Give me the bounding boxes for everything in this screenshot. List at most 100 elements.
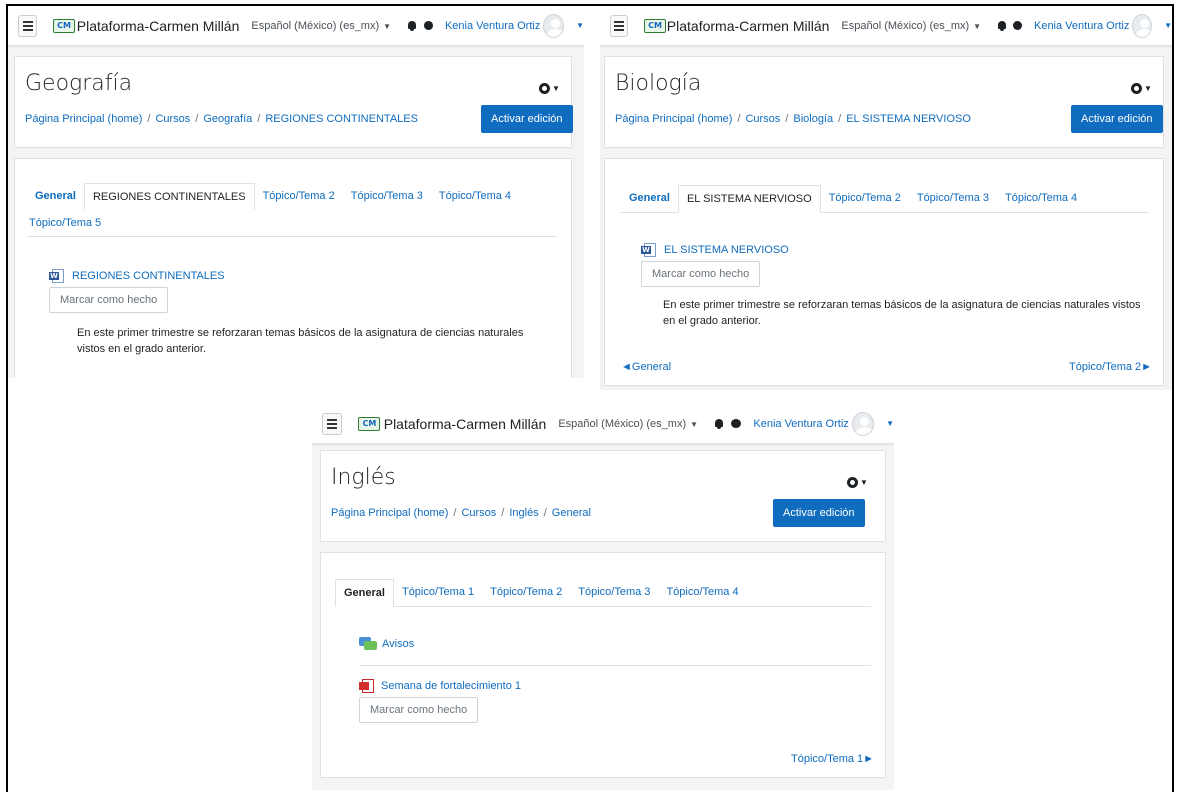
breadcrumb-separator: / xyxy=(785,113,789,125)
section-tabs: General REGIONES CONTINENTALES Tópico/Te… xyxy=(27,183,557,237)
breadcrumb-separator: / xyxy=(453,507,457,519)
tab-topico-1[interactable]: Tópico/Tema 1 xyxy=(394,579,482,606)
mark-done-button[interactable]: Marcar como hecho xyxy=(641,261,761,287)
language-label: Español (México) (es_mx) xyxy=(841,19,970,32)
breadcrumb-home[interactable]: Página Principal (home) xyxy=(615,113,732,125)
bell-icon[interactable] xyxy=(997,20,1007,32)
forum-link[interactable]: Avisos xyxy=(359,637,414,651)
activity-link[interactable]: W EL SISTEMA NERVIOSO xyxy=(641,243,789,257)
bell-icon[interactable] xyxy=(714,418,724,430)
avatar[interactable] xyxy=(1132,13,1153,38)
prev-section-link[interactable]: ◄General xyxy=(621,361,671,373)
breadcrumb-section[interactable]: REGIONES CONTINENTALES xyxy=(265,113,418,125)
next-section-link[interactable]: Tópico/Tema 1► xyxy=(791,753,874,765)
breadcrumb: Página Principal (home) / Cursos / Inglés / Ge… xyxy=(331,507,591,519)
screenshot-geografia: CM Plataforma-Carmen Millán Español (Méx… xyxy=(8,6,584,378)
avatar[interactable] xyxy=(851,411,875,436)
breadcrumb-home[interactable]: Página Principal (home) xyxy=(25,113,142,125)
tab-general[interactable]: General xyxy=(621,185,678,212)
page-title: Geografía xyxy=(25,71,133,96)
caret-down-icon: ▼ xyxy=(383,21,392,31)
forum-name[interactable]: Avisos xyxy=(382,638,414,650)
language-menu[interactable]: Español (México) (es_mx) ▼ xyxy=(558,418,698,430)
course-content: General REGIONES CONTINENTALES Tópico/Te… xyxy=(14,158,572,378)
breadcrumb-course[interactable]: Biología xyxy=(793,113,833,125)
caret-down-icon[interactable]: ▼ xyxy=(886,419,894,428)
breadcrumb-separator: / xyxy=(838,113,842,125)
gear-icon xyxy=(1131,82,1142,94)
settings-menu[interactable]: ▼ xyxy=(539,79,561,95)
user-name-link[interactable]: Kenia Ventura Ortiz xyxy=(445,20,540,32)
language-menu[interactable]: Español (México) (es_mx) ▼ xyxy=(841,20,981,32)
user-name-link[interactable]: Kenia Ventura Ortiz xyxy=(1034,20,1129,32)
word-document-icon: W xyxy=(641,243,657,257)
collage-canvas: CM Plataforma-Carmen Millán Español (Méx… xyxy=(0,0,1178,794)
site-name-link[interactable]: Plataforma-Carmen Millán xyxy=(667,18,830,34)
activity-name[interactable]: EL SISTEMA NERVIOSO xyxy=(664,244,789,256)
tab-topico-3[interactable]: Tópico/Tema 3 xyxy=(343,183,431,210)
breadcrumb-courses[interactable]: Cursos xyxy=(461,507,496,519)
tab-topico-2[interactable]: Tópico/Tema 2 xyxy=(821,185,909,212)
tab-general[interactable]: General xyxy=(27,183,84,210)
breadcrumb-home[interactable]: Página Principal (home) xyxy=(331,507,448,519)
chat-icon[interactable] xyxy=(1013,21,1022,30)
site-name-link[interactable]: Plataforma-Carmen Millán xyxy=(384,416,547,432)
site-logo[interactable]: CM xyxy=(53,16,76,36)
tab-topico-4[interactable]: Tópico/Tema 4 xyxy=(431,183,519,210)
breadcrumb: Página Principal (home) / Cursos / Geografía… xyxy=(25,113,418,125)
user-name-link[interactable]: Kenia Ventura Ortiz xyxy=(753,418,848,430)
activity-link[interactable]: W REGIONES CONTINENTALES xyxy=(49,269,225,283)
tab-el-sistema-nervioso[interactable]: EL SISTEMA NERVIOSO xyxy=(677,185,821,213)
top-navbar: CM Plataforma-Carmen Millán Español (Méx… xyxy=(312,404,894,444)
activity-name[interactable]: REGIONES CONTINENTALES xyxy=(72,270,225,282)
page-header: Biología ▼ Página Principal (home) / Curso… xyxy=(604,56,1164,148)
section-tabs: General Tópico/Tema 1 Tópico/Tema 2 Tópi… xyxy=(335,579,871,607)
caret-down-icon[interactable]: ▼ xyxy=(1164,21,1172,30)
language-menu[interactable]: Español (México) (es_mx) ▼ xyxy=(251,20,391,32)
settings-menu[interactable]: ▼ xyxy=(1131,79,1153,95)
edit-mode-button[interactable]: Activar edición xyxy=(481,105,573,133)
breadcrumb-courses[interactable]: Cursos xyxy=(155,113,190,125)
menu-toggle-button[interactable] xyxy=(322,412,343,435)
avatar[interactable] xyxy=(543,13,565,38)
tab-topico-3[interactable]: Tópico/Tema 3 xyxy=(570,579,658,606)
tab-topico-2[interactable]: Tópico/Tema 2 xyxy=(255,183,343,210)
chat-icon[interactable] xyxy=(423,21,433,30)
tab-topico-2[interactable]: Tópico/Tema 2 xyxy=(482,579,570,606)
screenshot-ingles: CM Plataforma-Carmen Millán Español (Méx… xyxy=(312,404,894,790)
mark-done-button[interactable]: Marcar como hecho xyxy=(359,697,479,723)
edit-mode-button[interactable]: Activar edición xyxy=(773,499,865,527)
breadcrumb-section[interactable]: General xyxy=(552,507,591,519)
resource-link[interactable]: Semana de fortalecimiento 1 xyxy=(359,679,521,693)
site-name-link[interactable]: Plataforma-Carmen Millán xyxy=(77,18,240,34)
tab-topico-3[interactable]: Tópico/Tema 3 xyxy=(909,185,997,212)
next-section-link[interactable]: Tópico/Tema 2► xyxy=(1069,361,1152,373)
breadcrumb-course[interactable]: Geografía xyxy=(203,113,252,125)
top-navbar: CM Plataforma-Carmen Millán Español (Méx… xyxy=(600,6,1172,46)
course-content: General EL SISTEMA NERVIOSO Tópico/Tema … xyxy=(604,158,1164,386)
chat-icon[interactable] xyxy=(731,419,742,428)
tab-topico-4[interactable]: Tópico/Tema 4 xyxy=(658,579,746,606)
caret-down-icon: ▼ xyxy=(1144,83,1152,93)
settings-menu[interactable]: ▼ xyxy=(847,473,869,489)
tab-general[interactable]: General xyxy=(335,579,394,607)
breadcrumb-separator: / xyxy=(501,507,505,519)
caret-down-icon[interactable]: ▼ xyxy=(576,21,584,30)
tab-regiones-continentales[interactable]: REGIONES CONTINENTALES xyxy=(83,183,255,211)
caret-down-icon: ▼ xyxy=(552,83,560,93)
resource-name[interactable]: Semana de fortalecimiento 1 xyxy=(381,680,521,692)
page-title: Biología xyxy=(615,71,702,96)
menu-toggle-button[interactable] xyxy=(18,14,38,37)
site-logo[interactable]: CM xyxy=(358,414,381,434)
tab-topico-5[interactable]: Tópico/Tema 5 xyxy=(27,210,109,236)
tab-topico-4[interactable]: Tópico/Tema 4 xyxy=(997,185,1085,212)
breadcrumb-courses[interactable]: Cursos xyxy=(745,113,780,125)
menu-toggle-button[interactable] xyxy=(610,14,629,37)
breadcrumb-section[interactable]: EL SISTEMA NERVIOSO xyxy=(846,113,971,125)
mark-done-button[interactable]: Marcar como hecho xyxy=(49,287,169,313)
breadcrumb-course[interactable]: Inglés xyxy=(509,507,538,519)
gear-icon xyxy=(539,82,550,94)
edit-mode-button[interactable]: Activar edición xyxy=(1071,105,1163,133)
site-logo[interactable]: CM xyxy=(644,16,667,36)
bell-icon[interactable] xyxy=(407,20,416,32)
